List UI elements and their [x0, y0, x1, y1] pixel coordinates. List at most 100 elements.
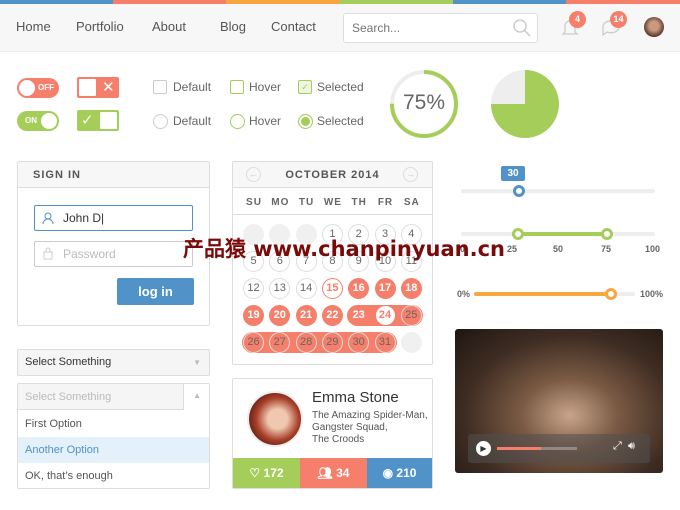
watermark: 产品猿 www.chanpinyuan.cn	[183, 237, 505, 261]
checkbox-default[interactable]	[153, 80, 167, 94]
slider-1-handle[interactable]	[513, 185, 526, 197]
radio-label: Default	[173, 114, 212, 128]
notification-badge: 4	[569, 11, 586, 28]
select-option[interactable]: OK, that’s enough	[18, 463, 209, 489]
slider-3-fill	[474, 292, 611, 296]
calendar-day[interactable]: 25	[400, 305, 422, 326]
weekday-label: WE	[323, 197, 342, 208]
calendar-day[interactable]: 24	[374, 305, 396, 326]
play-icon[interactable]: ▶	[476, 441, 491, 456]
calendar-day[interactable]: 22	[321, 305, 343, 326]
calendar: OCTOBER 2014 ← → SU MO TU WE TH FR SA 1 2 3 4 5 6 7 8 9…	[232, 161, 433, 365]
users-icon: 👥︎	[317, 466, 333, 480]
calendar-day[interactable]: 31	[374, 332, 396, 353]
password-placeholder: Password	[63, 247, 116, 261]
calendar-range	[242, 332, 397, 353]
select-closed[interactable]: Select Something ▼	[17, 349, 210, 376]
weekday-label: SU	[246, 197, 262, 208]
toggle-on-label: ON	[25, 116, 37, 125]
slider-tick: 100	[645, 244, 661, 254]
likes-stat[interactable]: ♡ 172	[233, 458, 300, 488]
calendar-day[interactable]: 17	[374, 278, 396, 299]
calendar-day[interactable]: 12	[243, 278, 264, 299]
weekday-label: MO	[271, 197, 290, 208]
top-nav: Home Portfolio About Blog Contact 4 14	[0, 4, 680, 52]
calendar-day[interactable]: 29	[321, 332, 343, 353]
calendar-day[interactable]: 21	[295, 305, 317, 326]
video-player[interactable]: ▶ ⤢ 🔊︎	[455, 329, 663, 473]
signin-title: SIGN IN	[18, 162, 209, 188]
username-input[interactable]: John D|	[34, 205, 193, 231]
radio-default[interactable]	[153, 114, 168, 129]
heart-icon: ♡	[249, 466, 261, 480]
radio-hover[interactable]	[230, 114, 245, 129]
calendar-day[interactable]: 14	[295, 278, 317, 299]
checkbox-hover[interactable]	[230, 80, 244, 94]
signin-panel: SIGN IN John D| Password log in	[17, 161, 210, 326]
checkbox-label: Default	[173, 80, 212, 94]
volume-icon[interactable]: 🔊︎	[628, 440, 635, 453]
calendar-day[interactable]: 16	[348, 278, 370, 299]
slider-3-min: 0%	[457, 289, 471, 299]
radio-label: Selected	[317, 114, 364, 128]
search-input[interactable]	[343, 13, 538, 43]
slider-1-tooltip: 30	[501, 166, 525, 181]
toggle-square-on[interactable]: ✓	[77, 110, 119, 131]
slider-tick: 50	[553, 244, 564, 254]
avatar[interactable]	[644, 17, 664, 37]
select-value: Select Something	[25, 356, 112, 368]
checkbox-label: Hover	[249, 80, 282, 94]
checkbox-label: Selected	[317, 80, 364, 94]
profile-photo	[247, 391, 303, 447]
search-icon[interactable]	[512, 18, 532, 38]
profile-films: The Amazing Spider-Man, Gangster Squad, Th…	[312, 410, 428, 445]
calendar-day[interactable]: 20	[269, 305, 291, 326]
calendar-day[interactable]: 26	[243, 332, 264, 353]
password-input[interactable]: Password	[34, 241, 193, 267]
checkbox-selected[interactable]: ✓	[298, 80, 312, 94]
slider-3-handle[interactable]	[604, 288, 617, 300]
slider-1-track[interactable]	[461, 189, 655, 193]
calendar-empty	[400, 332, 422, 353]
chevron-down-icon: ▼	[193, 358, 201, 367]
progress-label: 75%	[402, 91, 446, 114]
eye-icon: ◉	[382, 466, 394, 480]
nav-about[interactable]: About	[152, 19, 186, 34]
slider-tick: 75	[601, 244, 612, 254]
calendar-day[interactable]: 13	[269, 278, 291, 299]
next-month-icon[interactable]: →	[403, 167, 418, 182]
select-open[interactable]: Select Something ▲ First Option Another …	[17, 383, 210, 489]
radio-selected[interactable]	[298, 114, 313, 129]
nav-blog[interactable]: Blog	[220, 19, 246, 34]
pie-chart	[491, 70, 559, 138]
select-option-highlighted[interactable]: Another Option	[18, 437, 209, 463]
select-option[interactable]: First Option	[18, 411, 209, 437]
calendar-day[interactable]: 18	[400, 278, 422, 299]
calendar-day[interactable]: 15	[321, 278, 343, 299]
nav-portfolio[interactable]: Portfolio	[76, 19, 124, 34]
slider-2-handle-high[interactable]	[600, 228, 613, 240]
weekday-label: TH	[351, 197, 367, 208]
toggle-off-label: OFF	[38, 83, 54, 92]
toggle-square-off[interactable]: ✕	[77, 77, 119, 98]
calendar-day[interactable]: 19	[243, 305, 264, 326]
chevron-up-icon[interactable]: ▲	[193, 391, 201, 400]
nav-home[interactable]: Home	[16, 19, 51, 34]
nav-contact[interactable]: Contact	[271, 19, 316, 34]
slider-tick: 25	[507, 244, 518, 254]
login-button[interactable]: log in	[117, 278, 194, 305]
calendar-day[interactable]: 28	[295, 332, 317, 353]
weekday-label: FR	[377, 197, 394, 208]
user-icon	[42, 212, 54, 224]
views-stat[interactable]: ◉ 210	[367, 458, 432, 488]
prev-month-icon[interactable]: ←	[246, 167, 261, 182]
slider-3-max: 100%	[640, 289, 664, 299]
toggle-off[interactable]: OFF	[17, 78, 59, 98]
fullscreen-icon[interactable]: ⤢	[613, 440, 622, 453]
slider-2-handle-low[interactable]	[512, 228, 525, 240]
toggle-on[interactable]: ON	[17, 111, 59, 131]
followers-stat[interactable]: 👥︎ 34	[300, 458, 367, 488]
weekday-label: TU	[298, 197, 315, 208]
radio-label: Hover	[249, 114, 282, 128]
select-placeholder: Select Something	[18, 384, 184, 410]
